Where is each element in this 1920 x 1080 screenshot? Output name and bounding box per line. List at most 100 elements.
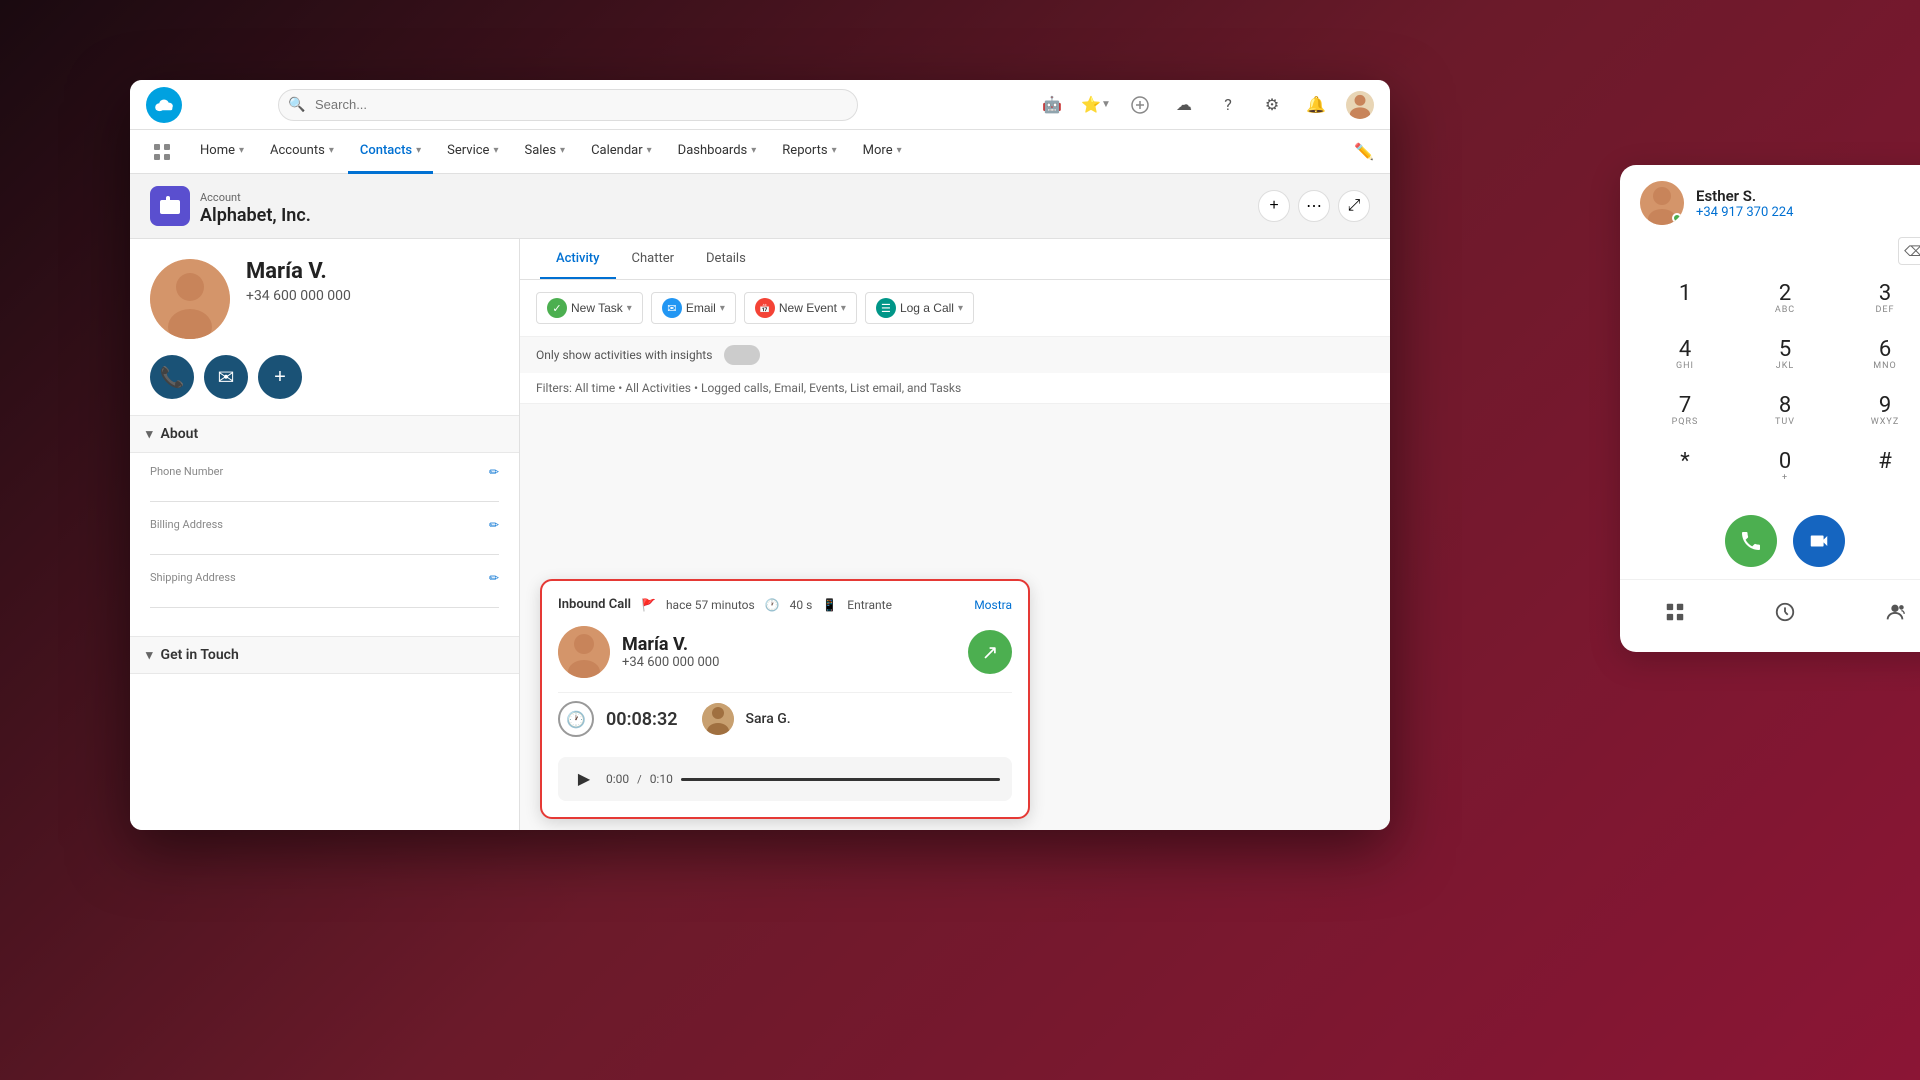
phone-label: Phone Number xyxy=(150,465,499,478)
dialer-tab-contacts[interactable] xyxy=(1875,592,1915,632)
phone-edit-icon[interactable]: ✏ xyxy=(489,465,499,479)
log-call-button[interactable]: ☰ Log a Call ▾ xyxy=(865,292,974,324)
get-in-touch-section-header[interactable]: ▾ Get in Touch xyxy=(130,636,519,674)
email-chevron: ▾ xyxy=(720,303,725,314)
call-timer: 00:08:32 xyxy=(606,709,678,730)
nav-calendar[interactable]: Calendar ▾ xyxy=(579,130,664,174)
filters-row: Filters: All time • All Activities • Log… xyxy=(520,373,1390,404)
dial-key-0[interactable]: 0 + xyxy=(1736,441,1834,495)
robot-icon[interactable]: 🤖 xyxy=(1038,91,1066,119)
help-icon[interactable]: ? xyxy=(1214,91,1242,119)
tabs-bar: Activity Chatter Details xyxy=(520,239,1390,280)
call-duration: 40 s xyxy=(790,598,813,612)
apps-grid-icon[interactable] xyxy=(146,136,178,168)
about-section-header[interactable]: ▾ About xyxy=(130,415,519,453)
dial-video-button[interactable] xyxy=(1793,515,1845,567)
new-event-button[interactable]: 📅 New Event ▾ xyxy=(744,292,857,324)
search-input[interactable] xyxy=(278,89,858,121)
nav-dashboards[interactable]: Dashboards ▾ xyxy=(666,130,769,174)
nav-service[interactable]: Service ▾ xyxy=(435,130,510,174)
shipping-label: Shipping Address xyxy=(150,571,499,584)
account-icon xyxy=(150,186,190,226)
dial-key-3[interactable]: 3 DEF xyxy=(1836,273,1920,327)
dial-key-star[interactable]: * xyxy=(1636,441,1734,495)
dial-key-5[interactable]: 5 JKL xyxy=(1736,329,1834,383)
nav-reports[interactable]: Reports ▾ xyxy=(770,130,848,174)
mostra-button[interactable]: Mostra xyxy=(974,598,1012,612)
nav-contacts[interactable]: Contacts ▾ xyxy=(348,130,433,174)
new-task-button[interactable]: ✓ New Task ▾ xyxy=(536,292,643,324)
contact-info: María V. +34 600 000 000 xyxy=(246,259,351,304)
dial-key-7[interactable]: 7 PQRS xyxy=(1636,385,1734,439)
browser-window: 🔍 🤖 ⭐▼ ☁ ? ⚙ 🔔 xyxy=(130,80,1390,830)
billing-label: Billing Address xyxy=(150,518,499,531)
call-direction: Entrante xyxy=(847,598,892,612)
billing-edit-icon[interactable]: ✏ xyxy=(489,518,499,532)
call-time-ago: hace 57 minutos xyxy=(666,598,755,612)
home-chevron: ▾ xyxy=(239,145,244,156)
dial-key-9[interactable]: 9 WXYZ xyxy=(1836,385,1920,439)
settings-icon[interactable]: ⚙ xyxy=(1258,91,1286,119)
contact-phone: +34 600 000 000 xyxy=(246,288,351,304)
dial-key-6[interactable]: 6 MNO xyxy=(1836,329,1920,383)
more-chevron: ▾ xyxy=(897,145,902,156)
about-chevron: ▾ xyxy=(146,427,153,442)
call-agent-name: Sara G. xyxy=(746,711,791,727)
dialer-contact-info: Esther S. +34 917 370 224 xyxy=(1696,187,1793,220)
favorites-icon[interactable]: ⭐▼ xyxy=(1082,91,1110,119)
nav-sales[interactable]: Sales ▾ xyxy=(512,130,577,174)
audio-progress-bar[interactable] xyxy=(681,778,1000,781)
user-avatar[interactable] xyxy=(1346,91,1374,119)
dialpad: 1 2 ABC 3 DEF 4 GHI 5 JKL 6 MNO 7 PQRS 8 xyxy=(1620,273,1920,495)
call-type-label: Inbound Call xyxy=(558,597,631,612)
call-contact-phone: +34 600 000 000 xyxy=(622,655,719,670)
top-nav: 🔍 🤖 ⭐▼ ☁ ? ⚙ 🔔 xyxy=(130,80,1390,130)
shipping-value xyxy=(150,588,499,608)
options-button[interactable]: ⋯ xyxy=(1298,190,1330,222)
delete-digit-button[interactable]: ⌫ xyxy=(1898,237,1920,265)
shipping-edit-icon[interactable]: ✏ xyxy=(489,571,499,585)
nav-more[interactable]: More ▾ xyxy=(851,130,914,174)
dial-key-hash[interactable]: # xyxy=(1836,441,1920,495)
dial-key-4[interactable]: 4 GHI xyxy=(1636,329,1734,383)
call-button[interactable]: 📞 xyxy=(150,355,194,399)
tab-chatter[interactable]: Chatter xyxy=(616,239,691,279)
flag-icon: 🚩 xyxy=(641,598,656,612)
email-button[interactable]: ✉ xyxy=(204,355,248,399)
nav-home[interactable]: Home ▾ xyxy=(188,130,256,174)
salesforce-logo[interactable] xyxy=(146,87,182,123)
bell-icon[interactable]: 🔔 xyxy=(1302,91,1330,119)
email-icon: ✉ xyxy=(662,298,682,318)
cloud-icon[interactable]: ☁ xyxy=(1170,91,1198,119)
insights-toggle[interactable] xyxy=(724,345,760,365)
more-actions-button[interactable]: + xyxy=(258,355,302,399)
call-contact-name: María V. xyxy=(622,634,719,655)
dialer-tab-history[interactable] xyxy=(1765,592,1805,632)
dialer-call-btns xyxy=(1620,507,1920,579)
tab-activity[interactable]: Activity xyxy=(540,239,616,279)
tab-details[interactable]: Details xyxy=(690,239,762,279)
dial-call-button[interactable] xyxy=(1725,515,1777,567)
email-action-button[interactable]: ✉ Email ▾ xyxy=(651,292,736,324)
dial-key-2[interactable]: 2 ABC xyxy=(1736,273,1834,327)
add-record-button[interactable]: + xyxy=(1258,190,1290,222)
calendar-chevron: ▾ xyxy=(647,145,652,156)
dialer-name: Esther S. xyxy=(1696,187,1793,205)
sales-chevron: ▾ xyxy=(560,145,565,156)
expand-button[interactable]: ⤢ xyxy=(1338,190,1370,222)
phone-value xyxy=(150,482,499,502)
dial-key-8[interactable]: 8 TUV xyxy=(1736,385,1834,439)
search-bar: 🔍 xyxy=(278,89,858,121)
call-agent-avatar xyxy=(702,703,734,735)
nav-accounts[interactable]: Accounts ▾ xyxy=(258,130,346,174)
add-icon[interactable] xyxy=(1126,91,1154,119)
call-arrow-button[interactable]: ↗ xyxy=(968,630,1012,674)
audio-player: ▶ 0:00 / 0:10 xyxy=(558,757,1012,801)
account-info: Account Alphabet, Inc. xyxy=(200,186,311,226)
play-button[interactable]: ▶ xyxy=(570,765,598,793)
contacts-chevron: ▾ xyxy=(416,145,421,156)
account-name: Alphabet, Inc. xyxy=(200,205,311,226)
dialer-tab-grid[interactable] xyxy=(1655,592,1695,632)
edit-icon[interactable]: ✏️ xyxy=(1354,142,1374,161)
dial-key-1[interactable]: 1 xyxy=(1636,273,1734,327)
